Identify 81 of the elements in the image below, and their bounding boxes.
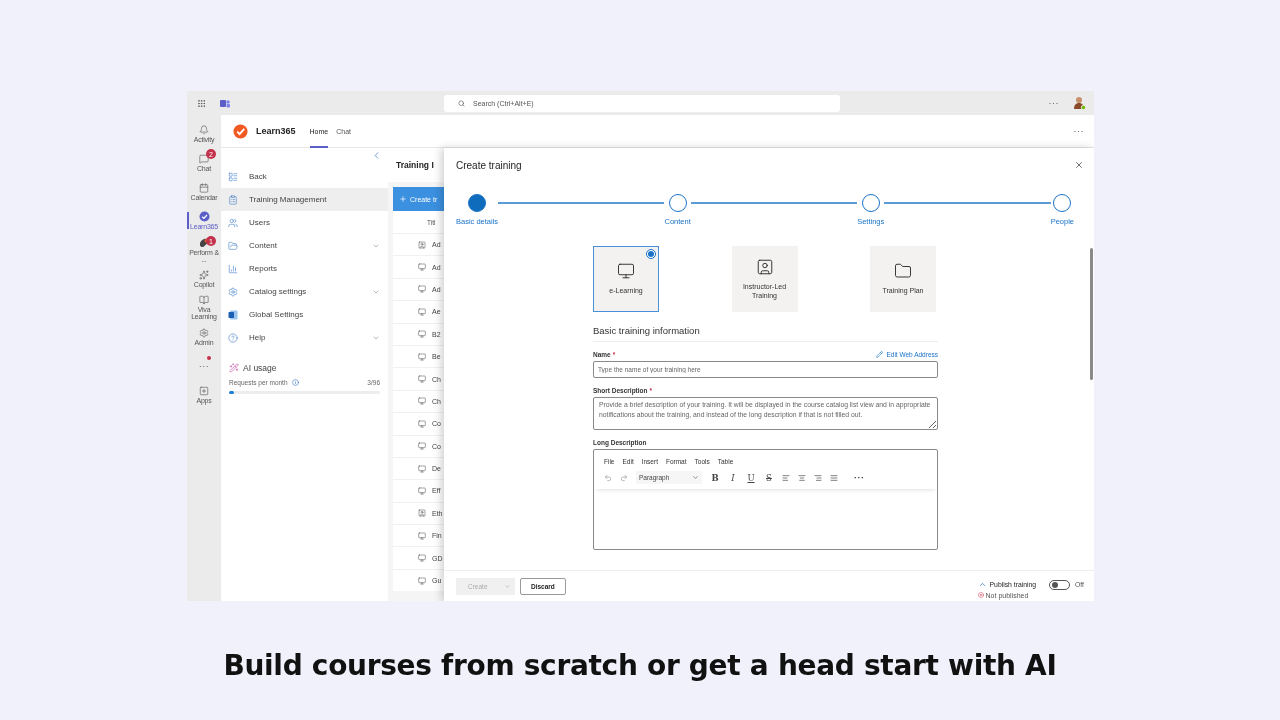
gear-icon [199,327,209,338]
help-icon [228,332,238,343]
nav-item[interactable]: Catalog settings [221,280,388,303]
gear-icon [228,286,238,297]
error-icon [977,592,984,598]
close-icon[interactable] [1074,160,1084,170]
folder-icon [894,262,912,281]
plus-icon [399,195,407,203]
magic-wand-icon [229,363,239,373]
monitor-icon [418,576,426,585]
presenter-icon [755,257,774,276]
format-button[interactable]: U [746,472,756,483]
publish-toggle[interactable] [1049,579,1071,590]
chevron-up-icon [977,580,987,589]
step-circle[interactable] [1053,194,1072,212]
users-icon [228,217,238,228]
app-grid-icon[interactable] [197,98,206,108]
align-center-icon[interactable] [798,473,806,482]
chat-icon [199,153,209,164]
list-icon [228,171,238,182]
nav-item[interactable]: Reports [221,257,388,280]
monitor-icon [418,285,426,294]
more-apps-button[interactable]: ··· [187,351,221,380]
search-icon [458,99,465,107]
monitor-icon [617,262,635,281]
nav-item[interactable]: Content [221,234,388,257]
bar-chart-icon [228,263,238,274]
monitor-icon [418,352,426,361]
monitor-icon [418,442,426,451]
page-title: Training I [388,148,444,182]
align-justify-icon[interactable] [830,473,838,482]
ai-usage-title: AI usage [243,363,277,373]
monitor-icon [418,263,426,272]
more-button[interactable]: ··· [1073,126,1084,136]
section-heading: Basic training information [593,325,938,342]
caption: Build courses from scratch or get a head start with AI [223,649,1057,682]
bell-icon [199,124,209,135]
info-icon[interactable] [291,379,299,386]
avatar-icon[interactable] [1073,96,1086,110]
more-button[interactable]: ··· [1048,98,1059,108]
presenter-icon [418,240,426,249]
monitor-icon [418,419,426,428]
app-name: Learn365 [256,126,296,136]
monitor-icon [418,375,426,384]
sparkles-icon [199,269,209,280]
nav-item[interactable]: Users [221,211,388,234]
monitor-icon [418,531,426,540]
chevron-down-icon [692,474,699,481]
dialog-title: Create training [456,159,522,171]
plus-icon [199,385,209,396]
monitor-icon [418,330,426,339]
folder-icon [228,240,238,251]
calendar-icon [199,182,209,193]
teams-logo-icon[interactable] [220,98,230,108]
align-left-icon[interactable] [782,473,790,482]
app-logo-icon [233,123,248,139]
pencil-icon [876,351,884,358]
nav-item[interactable]: Back [221,165,388,188]
chevron-down-icon [504,582,511,590]
format-button[interactable]: S [764,472,774,483]
nav-item[interactable]: Help [221,326,388,349]
monitor-icon [418,307,426,316]
format-button[interactable]: I [728,472,738,483]
step-circle[interactable] [668,194,687,212]
monitor-icon [418,464,426,473]
book-icon [199,295,209,305]
monitor-icon [418,397,426,406]
clipboard-icon [228,194,238,205]
check-circle-icon [198,211,210,222]
format-button[interactable]: B [710,472,720,483]
nav-item[interactable]: Training Management [221,188,388,211]
monitor-icon [418,487,426,495]
more-button[interactable]: ··· [854,472,865,483]
step-circle[interactable] [861,194,880,212]
nav-item[interactable]: Global Settings [221,303,388,326]
monitor-icon [418,554,426,563]
step-circle[interactable] [468,194,487,212]
align-right-icon[interactable] [814,473,822,482]
radio-button[interactable] [646,249,656,259]
scrollbar-thumb[interactable] [1089,248,1093,380]
presenter-icon [418,509,426,518]
